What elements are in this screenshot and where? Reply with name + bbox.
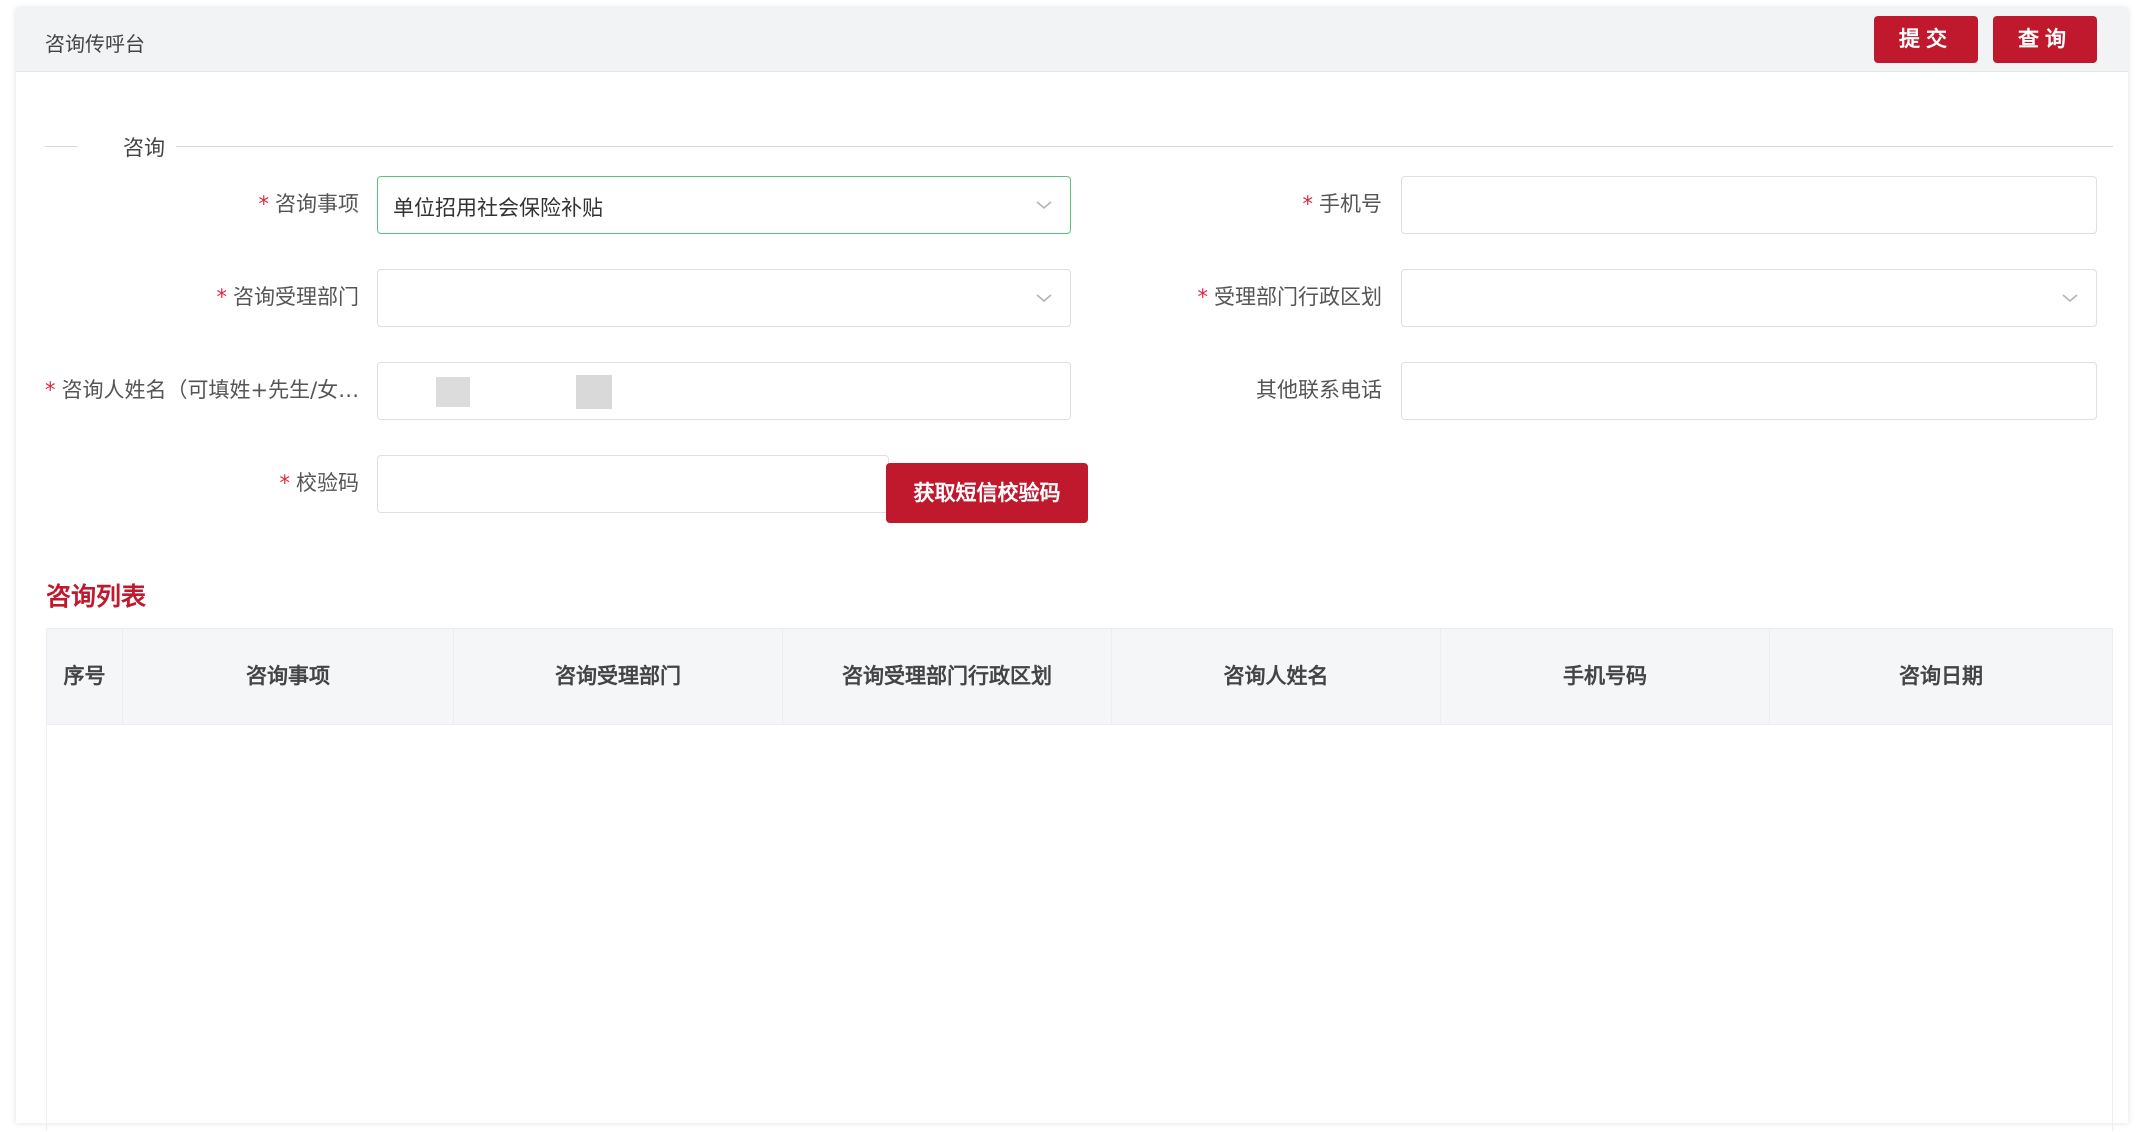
name-label-text: 咨询人姓名（可填姓+先生/女… [61, 378, 360, 402]
column-header[interactable]: 咨询受理部门行政区划 [783, 629, 1112, 724]
phone-input[interactable] [1401, 176, 2097, 234]
chevron-down-icon [1036, 294, 1052, 303]
other-phone-input[interactable] [1401, 362, 2097, 420]
consult-item-value: 单位招用社会保险补贴 [393, 196, 603, 220]
other-phone-label-text: 其他联系电话 [1256, 378, 1382, 402]
required-mark: * [1197, 285, 1209, 309]
top-bar: 咨询传呼台 提交 查询 [16, 8, 2128, 72]
required-mark: * [45, 378, 56, 402]
column-header[interactable]: 咨询受理部门 [454, 629, 783, 724]
section-header: 咨询 [45, 126, 2113, 160]
column-header[interactable]: 手机号码 [1441, 629, 1770, 724]
page-container: 咨询传呼台 提交 查询 咨询 * 咨询事项 单位招用社会保险补贴 * 手机号 * 咨询… [16, 8, 2128, 1131]
chevron-down-icon [2062, 294, 2078, 303]
dept-select[interactable] [377, 269, 1071, 327]
required-mark: * [1302, 192, 1314, 216]
section-label: 咨询 [123, 136, 165, 160]
get-sms-code-button[interactable]: 获取短信校验码 [886, 463, 1088, 523]
name-label: * 咨询人姓名（可填姓+先生/女… [45, 374, 359, 404]
consult-item-label: * 咨询事项 [259, 188, 360, 218]
table-header: 序号 咨询事项 咨询受理部门 咨询受理部门行政区划 咨询人姓名 手机号码 咨询日… [47, 629, 2112, 725]
code-input[interactable] [377, 455, 889, 513]
name-input[interactable] [377, 362, 1071, 420]
masked-name-value [400, 375, 690, 409]
consult-item-label-text: 咨询事项 [275, 192, 359, 216]
required-mark: * [279, 471, 291, 495]
query-button[interactable]: 查询 [1993, 16, 2097, 63]
column-header[interactable]: 咨询事项 [123, 629, 454, 724]
consult-table: 序号 咨询事项 咨询受理部门 咨询受理部门行政区划 咨询人姓名 手机号码 咨询日… [46, 628, 2113, 1131]
code-label: * 校验码 [280, 467, 360, 497]
consult-item-select[interactable]: 单位招用社会保险补贴 [377, 176, 1071, 234]
divider [45, 146, 77, 147]
code-label-text: 校验码 [296, 471, 359, 495]
divider [176, 146, 2113, 147]
dept-region-label: * 受理部门行政区划 [1198, 281, 1383, 311]
chevron-down-icon [1036, 201, 1052, 210]
dept-label: * 咨询受理部门 [217, 281, 360, 311]
required-mark: * [216, 285, 228, 309]
submit-button[interactable]: 提交 [1874, 16, 1978, 63]
table-body [47, 725, 2112, 1132]
phone-label-text: 手机号 [1319, 192, 1382, 216]
page-title: 咨询传呼台 [45, 32, 145, 56]
column-header[interactable]: 序号 [47, 629, 123, 724]
column-header[interactable]: 咨询日期 [1770, 629, 2112, 724]
dept-region-select[interactable] [1401, 269, 2097, 327]
other-phone-label: 其他联系电话 [1256, 374, 1382, 404]
phone-label: * 手机号 [1303, 188, 1383, 218]
dept-region-label-text: 受理部门行政区划 [1214, 285, 1382, 309]
list-title: 咨询列表 [46, 582, 147, 611]
required-mark: * [258, 192, 270, 216]
column-header[interactable]: 咨询人姓名 [1112, 629, 1441, 724]
dept-label-text: 咨询受理部门 [233, 285, 359, 309]
